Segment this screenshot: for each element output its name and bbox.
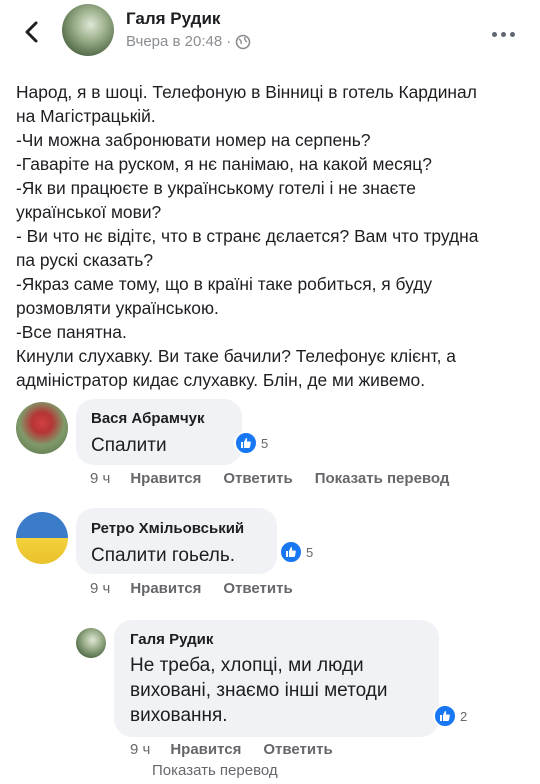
comment-reactions[interactable]: 5	[234, 431, 268, 455]
post-line: -Якраз саме тому, що в країні таке робит…	[16, 274, 433, 294]
translate-row: Показать перевод	[152, 762, 300, 779]
post-line: Кинули слухавку. Ви таке бачили? Телефон…	[16, 346, 456, 366]
like-button[interactable]: Нравится	[130, 580, 201, 597]
thumbs-up-icon	[279, 540, 303, 564]
comment-author[interactable]: Вася Абрамчук	[91, 410, 205, 427]
comment-author[interactable]: Ретро Хмільовський	[91, 520, 244, 537]
post-line: -Чи можна забронювати номер на серпень?	[16, 130, 371, 150]
reply-button[interactable]: Ответить	[263, 741, 332, 758]
reaction-count: 5	[306, 544, 314, 560]
comment-avatar[interactable]	[16, 402, 68, 454]
comment-reactions[interactable]: 5	[279, 540, 313, 564]
thumbs-up-icon	[234, 431, 258, 455]
reply-line: виховані, знаємо інші методи	[130, 680, 388, 701]
comment-actions: 9 ч Нравится Ответить	[90, 580, 315, 597]
post-meta: Вчера в 20:48 ·	[126, 33, 251, 50]
reply-text: Не треба, хлопці, ми люди виховані, знає…	[130, 653, 387, 728]
reply-button[interactable]: Ответить	[223, 580, 292, 597]
post-line: -Як ви працюєте в українському готелі і …	[16, 178, 416, 198]
post-line: Народ, я в шоці. Телефоную в Вінниці в г…	[16, 82, 477, 102]
reply-bubble: Галя Рудик Не треба, хлопці, ми люди вих…	[114, 620, 439, 737]
post-line: -Все панятна.	[16, 322, 127, 342]
avatar[interactable]	[62, 4, 114, 56]
like-button[interactable]: Нравится	[170, 741, 241, 758]
reply-author[interactable]: Галя Рудик	[130, 631, 213, 648]
chevron-left-icon[interactable]	[18, 18, 46, 46]
comment-bubble: Ретро Хмільовський Спалити гоьель.	[76, 508, 277, 574]
translate-button[interactable]: Показать перевод	[315, 470, 450, 487]
reply-actions: 9 ч Нравится Ответить	[130, 741, 355, 758]
comment-text: Спалити гоьель.	[91, 545, 236, 566]
post-line: адміністратор кидає слухавку. Блін, де м…	[16, 370, 426, 390]
reply-avatar[interactable]	[76, 628, 106, 658]
reaction-count: 2	[460, 708, 468, 724]
comment-avatar[interactable]	[16, 512, 68, 564]
globe-icon	[235, 34, 251, 49]
post-line: української мови?	[16, 202, 162, 222]
comment-actions: 9 ч Нравится Ответить Показать перевод	[90, 470, 471, 487]
reply-line: Не треба, хлопці, ми люди	[130, 655, 364, 676]
reaction-count: 5	[261, 435, 269, 451]
post-line: -Гаваріте на руском, я нє панімаю, на ка…	[16, 154, 432, 174]
translate-button[interactable]: Показать перевод	[152, 762, 278, 779]
comment-text: Спалити	[91, 435, 167, 456]
comment-time: 9 ч	[90, 470, 111, 487]
like-button[interactable]: Нравится	[130, 470, 201, 487]
comment-time: 9 ч	[90, 580, 111, 597]
post-author[interactable]: Галя Рудик	[126, 9, 220, 29]
post-line: розмовляти українською.	[16, 298, 219, 318]
reply-line: виховання.	[130, 705, 228, 726]
post-line: - Ви что нє відітє, что в странє дєлаетс…	[16, 226, 479, 246]
post-time[interactable]: Вчера в 20:48	[126, 33, 222, 50]
meta-separator: ·	[226, 33, 232, 50]
comment-bubble: Вася Абрамчук Спалити	[76, 399, 242, 465]
more-dots-icon[interactable]	[492, 24, 519, 42]
post-line: па рускі сказать?	[16, 250, 154, 270]
post-text: Народ, я в шоці. Телефоную в Вінниці в г…	[16, 80, 526, 392]
post-line: на Магістрацькій.	[16, 106, 156, 126]
reply-reactions[interactable]: 2	[433, 704, 467, 728]
thumbs-up-icon	[433, 704, 457, 728]
reply-time: 9 ч	[130, 741, 151, 758]
reply-button[interactable]: Ответить	[223, 470, 292, 487]
